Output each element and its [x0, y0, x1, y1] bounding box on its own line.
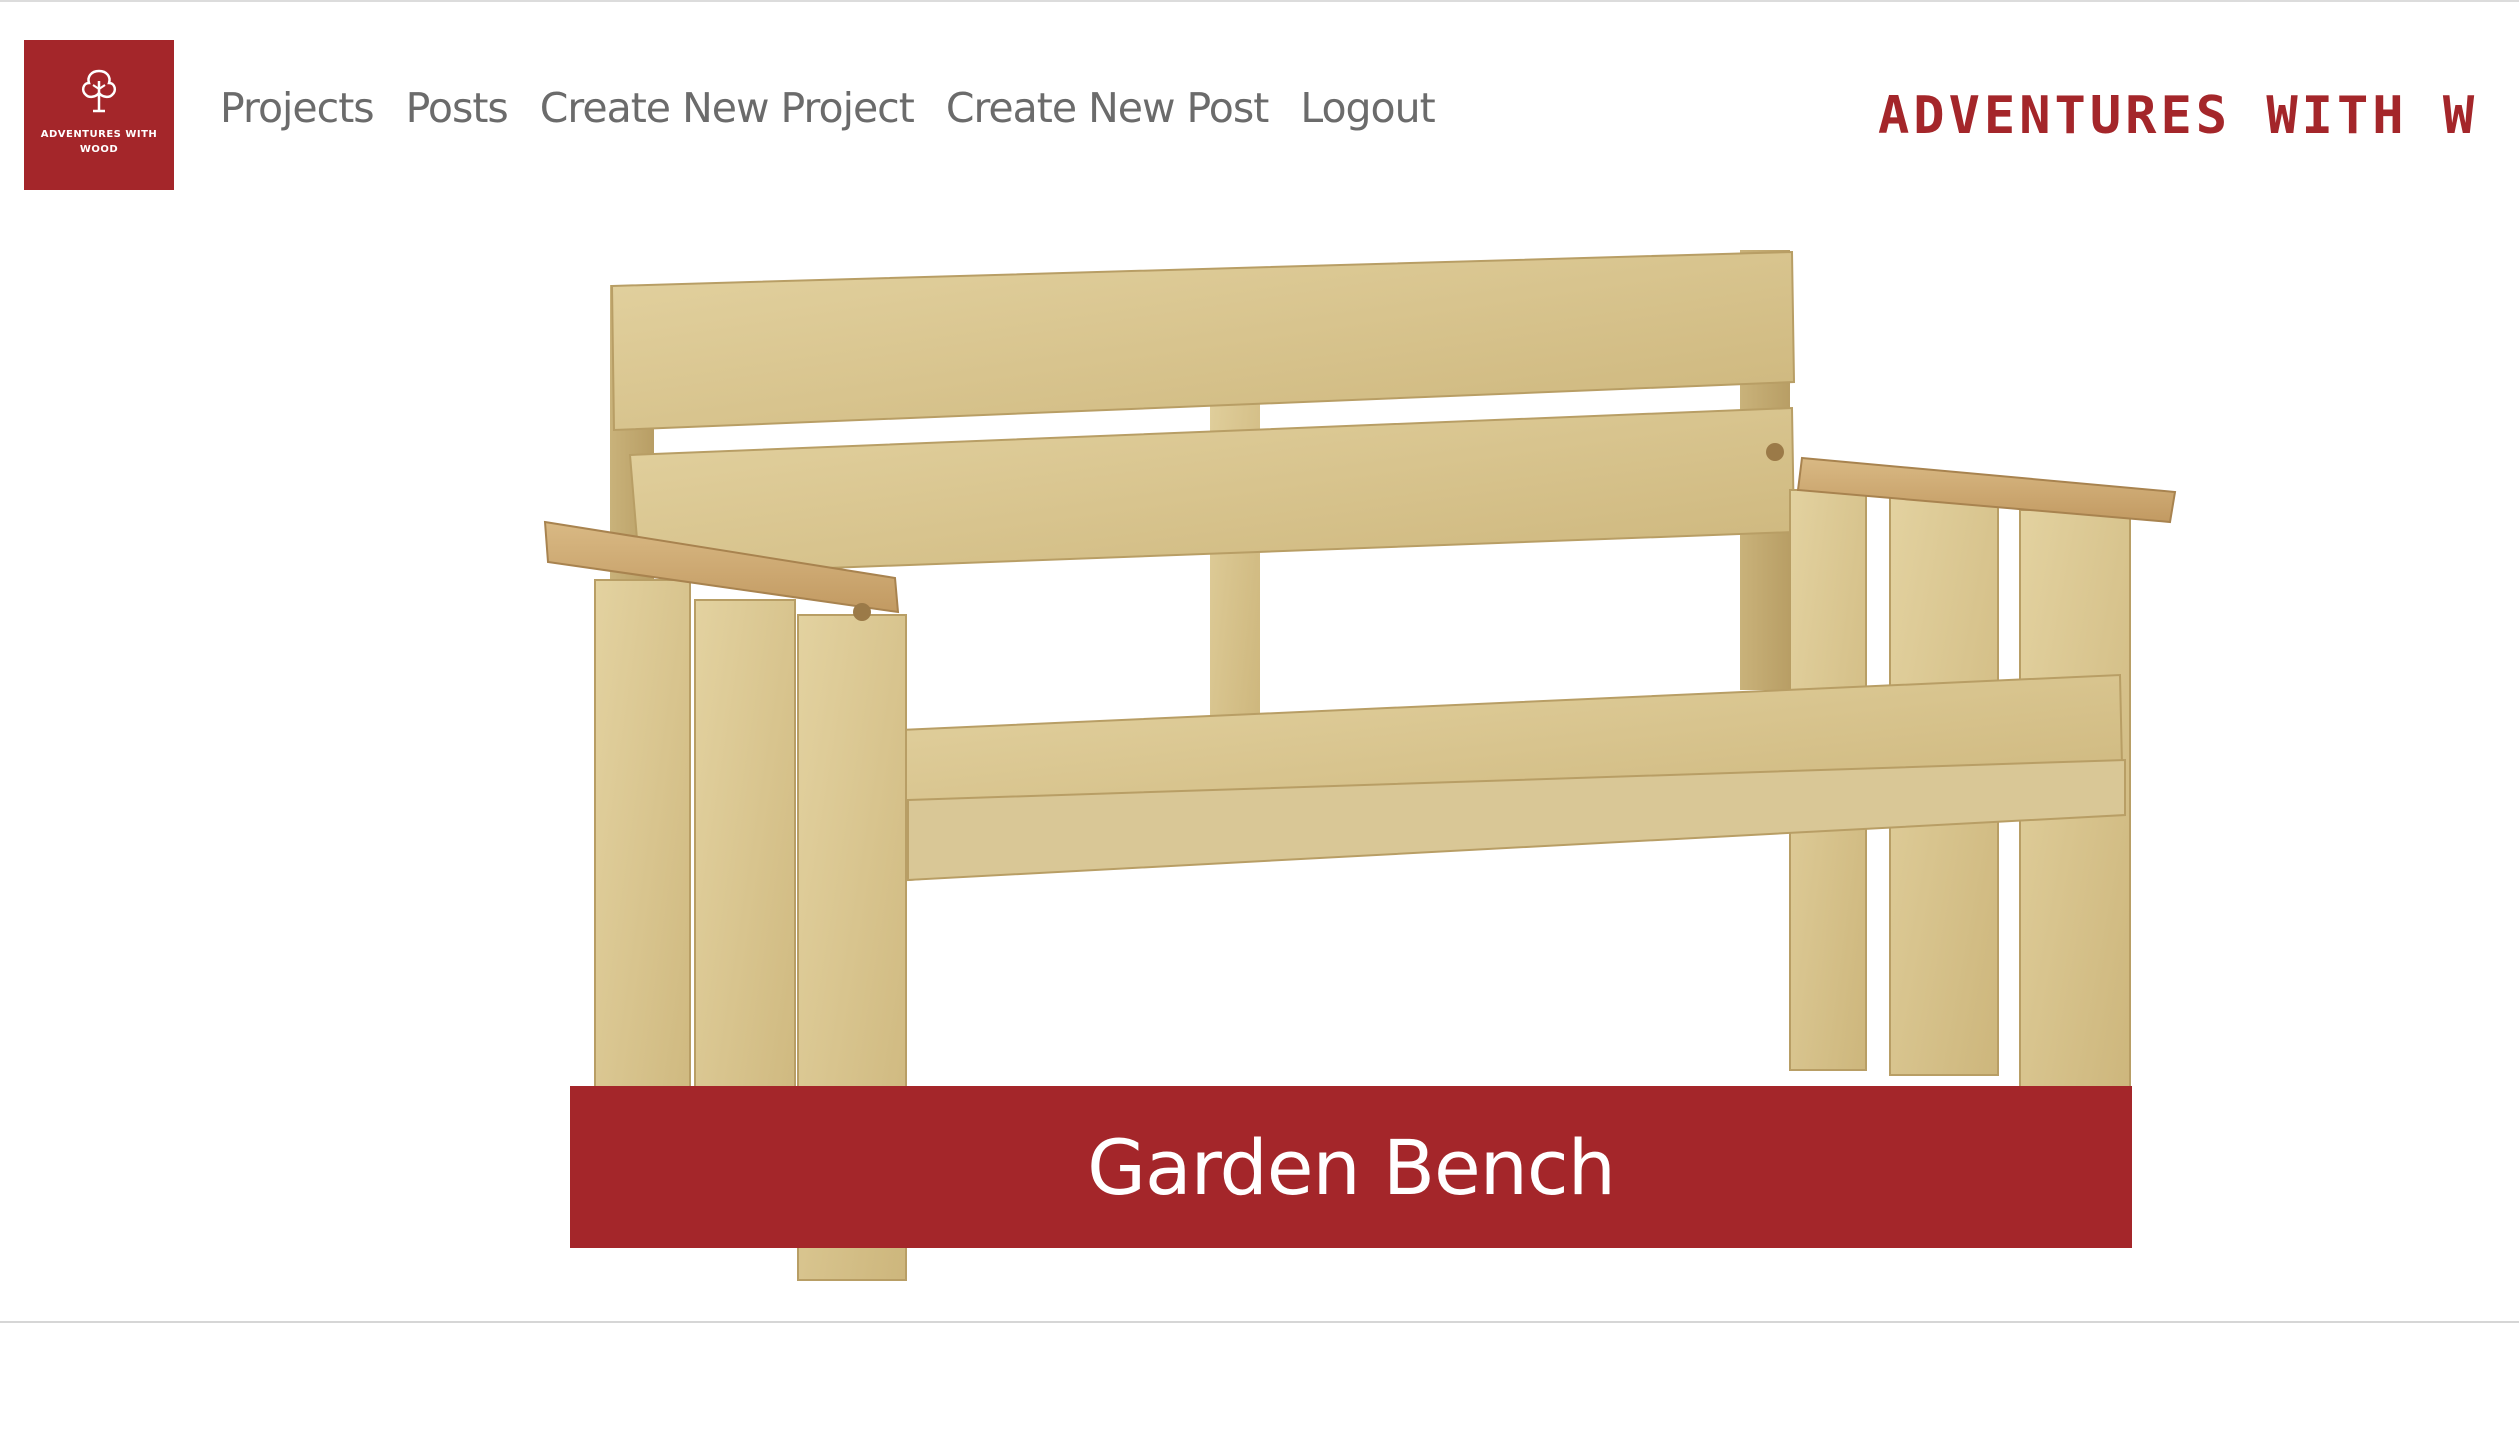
nav-links: Projects Posts Create New Project Create…	[220, 84, 1436, 132]
nav-projects-link[interactable]: Projects	[220, 84, 375, 132]
nav-create-new-project-link[interactable]: Create New Project	[540, 84, 915, 132]
site-logo[interactable]: ADVENTURES WITH WOOD	[24, 40, 174, 190]
navbar: ADVENTURES WITH WOOD Projects Posts Crea…	[0, 0, 2519, 220]
nav-logout-link[interactable]: Logout	[1300, 84, 1435, 132]
project-title-banner: Garden Bench	[570, 1086, 2132, 1248]
brand-wordmark: ADVENTURES WITH W	[1878, 86, 2479, 146]
nav-posts-link[interactable]: Posts	[406, 84, 509, 132]
logo-text: ADVENTURES WITH WOOD	[40, 129, 158, 155]
nav-create-new-post-link[interactable]: Create New Post	[946, 84, 1270, 132]
bottom-divider	[0, 1321, 2519, 1323]
tree-icon	[81, 69, 117, 113]
project-title: Garden Bench	[1087, 1122, 1616, 1212]
project-card[interactable]: Garden Bench	[500, 220, 2220, 1300]
